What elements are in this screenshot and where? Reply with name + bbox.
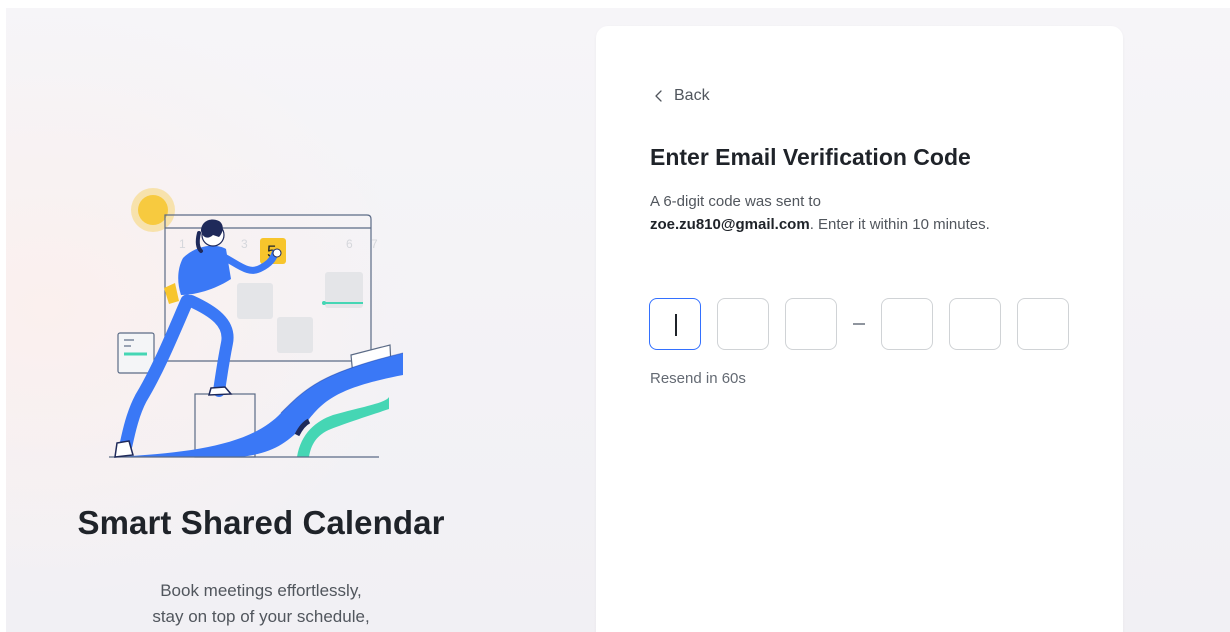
login-screen: 1 2 3 6 7 5 — [0, 0, 1230, 632]
verification-card: Back Enter Email Verification Code A 6-d… — [596, 26, 1123, 632]
hero-title: Smart Shared Calendar — [77, 504, 445, 541]
verification-title: Enter Email Verification Code — [650, 144, 971, 170]
code-input-group — [649, 298, 1069, 350]
hero-panel: 1 2 3 6 7 5 — [6, 8, 591, 632]
resend-countdown: Resend in 60s — [650, 370, 746, 387]
recipient-email: zoe.zu810@gmail.com — [650, 216, 810, 233]
code-digit-input-6[interactable] — [1017, 298, 1069, 350]
calendar-day: 3 — [241, 237, 248, 251]
description-suffix: . Enter it within 10 minutes. — [809, 216, 990, 233]
calendar-illustration: 1 2 3 6 7 5 — [109, 188, 404, 458]
code-separator — [853, 323, 865, 325]
calendar-block — [277, 317, 313, 353]
hero-subtitle: Book meetings effortlessly, stay on top … — [6, 578, 516, 630]
code-digit-input-3[interactable] — [785, 298, 837, 350]
code-digit-input-5[interactable] — [949, 298, 1001, 350]
back-button[interactable]: Back — [652, 84, 710, 108]
calendar-day: 7 — [371, 237, 378, 251]
sun — [138, 195, 168, 225]
text-caret — [675, 314, 677, 336]
calendar-block — [237, 283, 273, 319]
code-digit-input-2[interactable] — [717, 298, 769, 350]
calendar-day: 1 — [179, 237, 186, 251]
verification-description: A 6-digit code was sent to zoe.zu810@gma… — [650, 190, 1050, 236]
hero-subtitle-line: stay on top of your schedule, — [152, 607, 370, 626]
description-prefix: A 6-digit code was sent to — [650, 193, 821, 210]
calendar-day: 6 — [346, 237, 353, 251]
chevron-left-icon — [655, 90, 662, 102]
back-label: Back — [674, 87, 710, 104]
code-digit-input-1[interactable] — [649, 298, 701, 350]
code-digit-input-4[interactable] — [881, 298, 933, 350]
hero-subtitle-line: Book meetings effortlessly, — [160, 581, 362, 600]
